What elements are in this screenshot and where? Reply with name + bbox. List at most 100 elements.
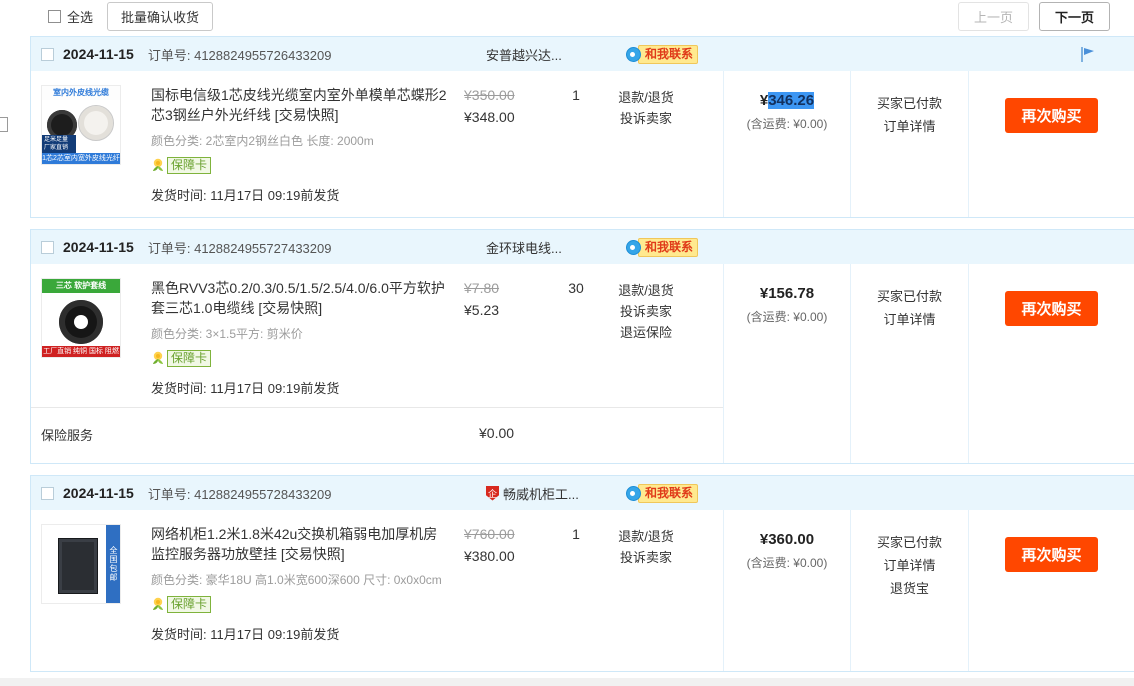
select-all-label: 全选 bbox=[67, 7, 93, 26]
flag-icon[interactable] bbox=[1080, 46, 1096, 66]
buy-again-button[interactable]: 再次购买 bbox=[1005, 291, 1097, 326]
product-image[interactable]: 全国包邮 bbox=[41, 524, 121, 604]
pagination: 上一页 下一页 bbox=[958, 2, 1110, 31]
contact-seller-badge[interactable]: 和我联系 bbox=[626, 45, 698, 64]
ship-time: 发货时间: 11月17日 09:19前发货 bbox=[151, 624, 451, 643]
order-status-cell: 买家已付款 订单详情 bbox=[850, 264, 968, 463]
order-detail-link[interactable]: 订单详情 bbox=[851, 554, 968, 577]
item-actions: 退款/退货 投诉卖家 退运保险 bbox=[586, 280, 706, 343]
order-list: 2024-11-15 订单号: 4128824955726433209 安普越兴… bbox=[30, 36, 1134, 683]
order-block-2: 2024-11-15 订单号: 4128824955727433209 金环球电… bbox=[30, 229, 1134, 464]
seller-name[interactable]: 企 畅威机柜工... bbox=[486, 484, 579, 503]
shipping-fee: (含运费: ¥0.00) bbox=[724, 115, 850, 132]
order-total-cell: ¥360.00 (含运费: ¥0.00) bbox=[723, 510, 850, 671]
order-status-cell: 买家已付款 订单详情 退货宝 bbox=[850, 510, 968, 671]
product-image-corner: 足米足量 厂家直销 bbox=[42, 135, 76, 153]
guarantee-card-badge[interactable]: 保障卡 bbox=[151, 596, 211, 613]
product-image-banner: 室内外皮线光缆 bbox=[42, 86, 120, 100]
item-row: 三芯 软护套线 工厂直销 纯铜 国标 阻燃 黑色RVV3芯0.2/0.3/0.5… bbox=[31, 264, 723, 407]
order-body: 室内外皮线光缆 足米足量 厂家直销 1芯2芯室内宽外皮线光纤 国标电信级1芯皮线… bbox=[31, 71, 1134, 217]
product-image-banner: 三芯 软护套线 bbox=[42, 279, 120, 293]
status-text: 买家已付款 bbox=[851, 285, 968, 308]
order-checkbox[interactable] bbox=[41, 48, 54, 61]
seller-name[interactable]: 安普越兴达... bbox=[486, 45, 562, 64]
unit-price: ¥350.00 ¥348.00 bbox=[464, 87, 559, 125]
order-number: 订单号: 4128824955727433209 bbox=[148, 238, 332, 257]
refund-link[interactable]: 退款/退货 bbox=[586, 280, 706, 301]
enterprise-shield-icon: 企 bbox=[486, 486, 499, 501]
order-block-3: 2024-11-15 订单号: 4128824955728433209 企 畅威… bbox=[30, 475, 1134, 672]
guarantee-card-badge[interactable]: 保障卡 bbox=[151, 157, 211, 174]
order-body: 三芯 软护套线 工厂直销 纯铜 国标 阻燃 黑色RVV3芯0.2/0.3/0.5… bbox=[31, 264, 1134, 463]
cable-coil-graphic bbox=[59, 300, 103, 344]
shipping-fee: (含运费: ¥0.00) bbox=[724, 554, 850, 571]
refund-link[interactable]: 退款/退货 bbox=[586, 87, 706, 108]
return-insurance-link[interactable]: 退运保险 bbox=[586, 322, 706, 343]
toolbar: 全选 批量确认收货 上一页 下一页 bbox=[48, 2, 1110, 30]
unit-price: ¥760.00 ¥380.00 bbox=[464, 526, 559, 564]
order-header: 2024-11-15 订单号: 4128824955728433209 企 畅威… bbox=[31, 476, 1134, 510]
order-detail-link[interactable]: 订单详情 bbox=[851, 308, 968, 331]
buy-again-button[interactable]: 再次购买 bbox=[1005, 98, 1097, 133]
page-bottom-strip bbox=[0, 678, 1134, 686]
status-text: 买家已付款 bbox=[851, 531, 968, 554]
order-header: 2024-11-15 订单号: 4128824955727433209 金环球电… bbox=[31, 230, 1134, 264]
complain-link[interactable]: 投诉卖家 bbox=[586, 547, 706, 568]
order-action-cell: 再次购买 bbox=[968, 264, 1134, 463]
item-actions: 退款/退货 投诉卖家 bbox=[586, 526, 706, 568]
insurance-value: ¥0.00 bbox=[479, 425, 514, 441]
buy-again-button[interactable]: 再次购买 bbox=[1005, 537, 1097, 572]
complain-link[interactable]: 投诉卖家 bbox=[586, 108, 706, 129]
order-list-page: 全选 批量确认收货 上一页 下一页 2024-11-15 订单号: 412882… bbox=[0, 0, 1134, 686]
select-all-checkbox[interactable] bbox=[48, 10, 61, 23]
order-block-1: 2024-11-15 订单号: 4128824955726433209 安普越兴… bbox=[30, 36, 1134, 218]
wangwang-icon bbox=[626, 47, 641, 62]
guarantee-card-badge[interactable]: 保障卡 bbox=[151, 350, 211, 367]
product-sku: 颜色分类: 3×1.5平方: 剪米价 bbox=[151, 326, 451, 342]
order-total-cell: ¥156.78 (含运费: ¥0.00) bbox=[723, 264, 850, 463]
order-checkbox[interactable] bbox=[41, 241, 54, 254]
product-image-strip: 工厂直销 纯铜 国标 阻燃 bbox=[42, 346, 120, 357]
prev-page-button[interactable]: 上一页 bbox=[958, 2, 1029, 31]
item-actions: 退款/退货 投诉卖家 bbox=[586, 87, 706, 129]
order-action-cell: 再次购买 bbox=[968, 71, 1134, 217]
product-sku: 颜色分类: 2芯室内2钢丝白色 长度: 2000m bbox=[151, 133, 451, 149]
order-date: 2024-11-15 bbox=[63, 46, 134, 62]
product-sku: 颜色分类: 豪华18U 高1.0米宽600深600 尺寸: 0x0x0cm bbox=[151, 572, 451, 588]
next-page-button[interactable]: 下一页 bbox=[1039, 2, 1110, 31]
product-image[interactable]: 室内外皮线光缆 足米足量 厂家直销 1芯2芯室内宽外皮线光纤 bbox=[41, 85, 121, 165]
insurance-service-row: 保险服务 ¥0.00 bbox=[31, 407, 723, 463]
order-checkbox[interactable] bbox=[41, 487, 54, 500]
selected-amount: 346.26 bbox=[768, 92, 814, 109]
flower-icon bbox=[151, 158, 166, 173]
status-text: 买家已付款 bbox=[851, 92, 968, 115]
contact-seller-badge[interactable]: 和我联系 bbox=[626, 238, 698, 257]
refund-link[interactable]: 退款/退货 bbox=[586, 526, 706, 547]
product-image[interactable]: 三芯 软护套线 工厂直销 纯铜 国标 阻燃 bbox=[41, 278, 121, 358]
ship-time: 发货时间: 11月17日 09:19前发货 bbox=[151, 185, 451, 204]
shipping-fee: (含运费: ¥0.00) bbox=[724, 308, 850, 325]
order-date: 2024-11-15 bbox=[63, 485, 134, 501]
item-row: 全国包邮 网络机柜1.2米1.8米42u交换机箱弱电加厚机房监控服务器功放壁挂 … bbox=[31, 510, 723, 671]
product-image-strip: 1芯2芯室内宽外皮线光纤 bbox=[42, 153, 120, 164]
complain-link[interactable]: 投诉卖家 bbox=[586, 301, 706, 322]
order-action-cell: 再次购买 bbox=[968, 510, 1134, 671]
order-detail-link[interactable]: 订单详情 bbox=[851, 115, 968, 138]
ship-time: 发货时间: 11月17日 09:19前发货 bbox=[151, 378, 451, 397]
order-number: 订单号: 4128824955728433209 bbox=[148, 484, 332, 503]
order-status-cell: 买家已付款 订单详情 bbox=[850, 71, 968, 217]
product-title[interactable]: 国标电信级1芯皮线光缆室内室外单模单芯蝶形2芯3钢丝户外光纤线 [交易快照] bbox=[151, 85, 451, 125]
insurance-label: 保险服务 bbox=[41, 428, 93, 443]
seller-name[interactable]: 金环球电线... bbox=[486, 238, 562, 257]
batch-confirm-button[interactable]: 批量确认收货 bbox=[107, 2, 213, 31]
order-date: 2024-11-15 bbox=[63, 239, 134, 255]
return-treasure-link[interactable]: 退货宝 bbox=[851, 577, 968, 600]
item-row: 室内外皮线光缆 足米足量 厂家直销 1芯2芯室内宽外皮线光纤 国标电信级1芯皮线… bbox=[31, 71, 723, 217]
server-cabinet-graphic bbox=[58, 538, 98, 594]
order-number: 订单号: 4128824955726433209 bbox=[148, 45, 332, 64]
contact-seller-badge[interactable]: 和我联系 bbox=[626, 484, 698, 503]
clipped-edge-widget bbox=[0, 117, 8, 132]
flower-icon bbox=[151, 597, 166, 612]
product-title[interactable]: 黑色RVV3芯0.2/0.3/0.5/1.5/2.5/4.0/6.0平方软护套三… bbox=[151, 278, 451, 318]
product-title[interactable]: 网络机柜1.2米1.8米42u交换机箱弱电加厚机房监控服务器功放壁挂 [交易快照… bbox=[151, 524, 451, 564]
